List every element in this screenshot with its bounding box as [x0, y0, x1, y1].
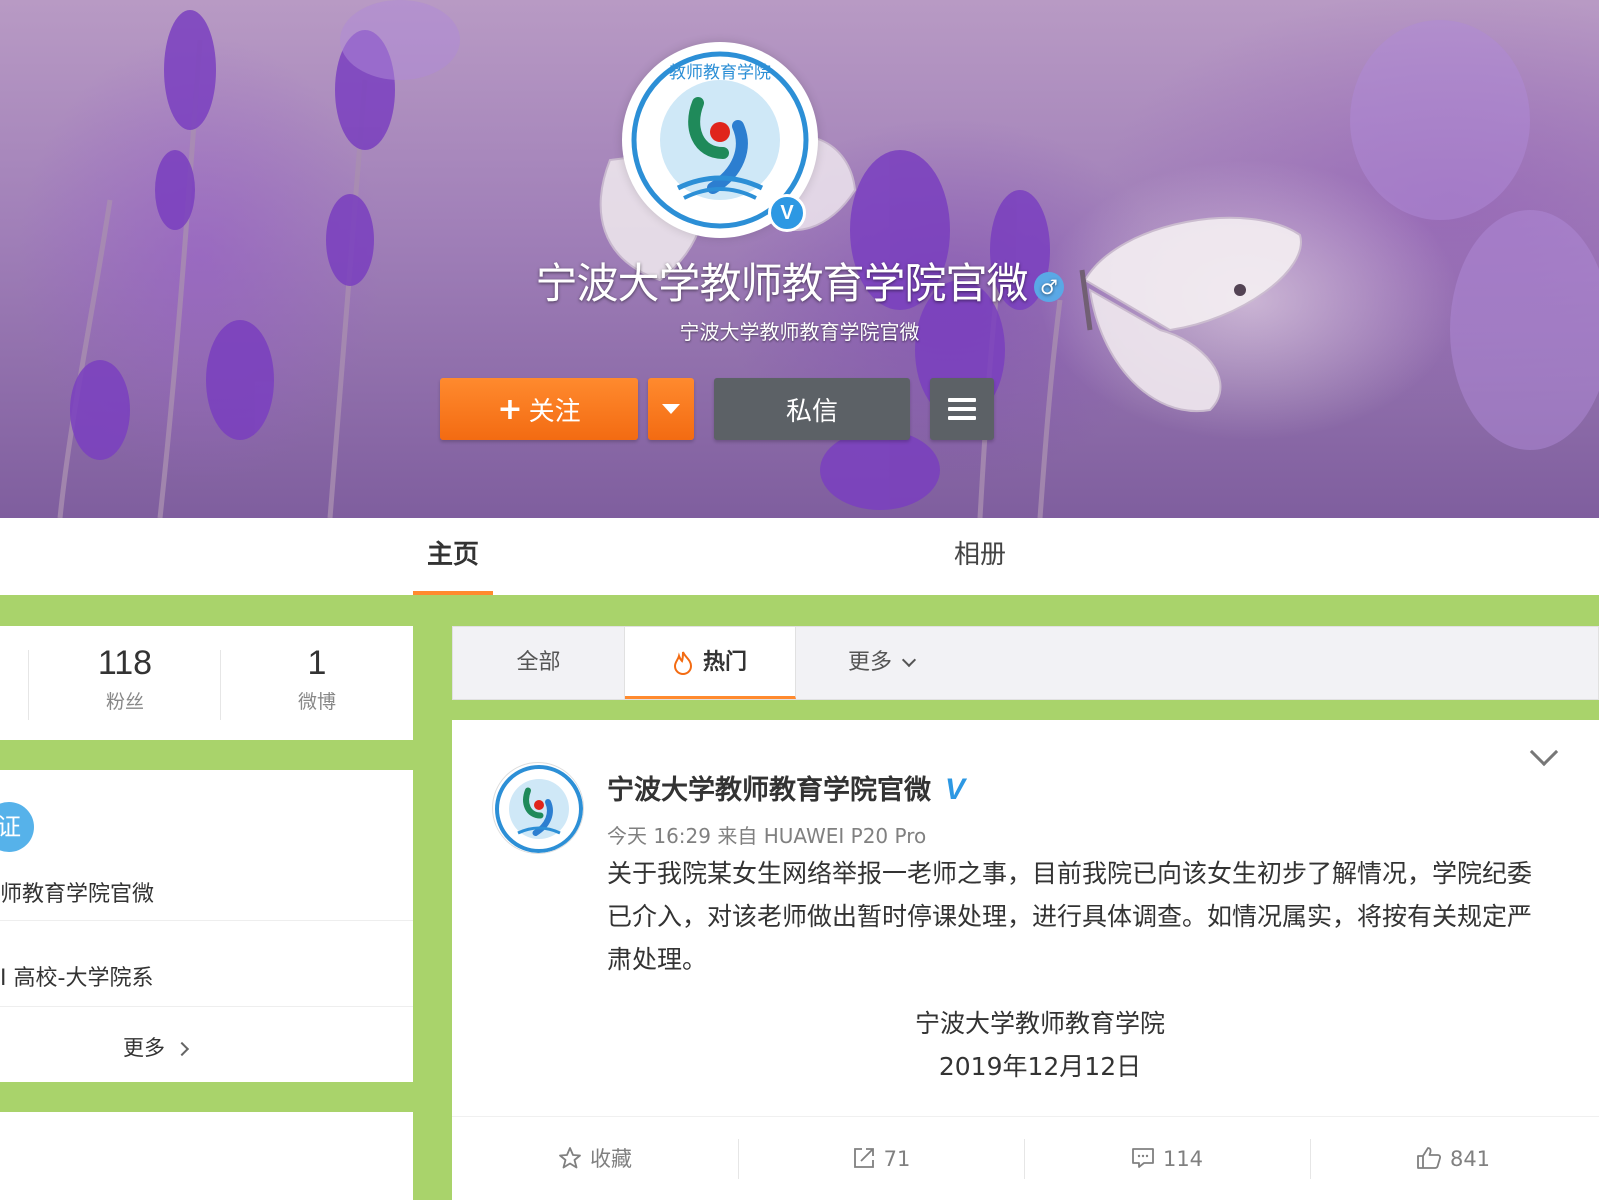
feed-filter-bar: 全部 热门 更多 — [452, 626, 1599, 700]
post-author-name-text: 宁波大学教师教育学院官微 — [607, 775, 931, 806]
post-text: 关于我院某女生网络举报一老师之事，目前我院已向该女生初步了解情况，学院纪委已介入… — [607, 859, 1533, 974]
post-author-name[interactable]: 宁波大学教师教育学院官微 V — [607, 768, 965, 807]
favorite-button[interactable]: 收藏 — [452, 1117, 738, 1200]
info-more-label: 更多 — [123, 1036, 165, 1060]
filter-tab-all[interactable]: 全部 — [453, 627, 625, 699]
filter-tab-hot[interactable]: 热门 — [625, 627, 796, 699]
favorite-label: 收藏 — [590, 1147, 632, 1171]
repost-button[interactable]: 71 — [738, 1117, 1024, 1200]
message-button-label: 私信 — [785, 396, 838, 427]
chevron-down-icon — [901, 652, 917, 668]
verified-badge-icon: V — [768, 194, 806, 232]
college-logo-small — [494, 764, 583, 853]
like-count: 841 — [1449, 1147, 1491, 1171]
weibo-label: 微博 — [297, 691, 336, 713]
category-link[interactable]: 高校-大学院系 — [14, 966, 154, 991]
post-signature-date: 2019年12月12日 — [938, 1052, 1142, 1081]
verification-badge: 证 — [0, 802, 34, 852]
menu-button[interactable] — [930, 378, 994, 440]
fans-count: 118 — [97, 644, 153, 682]
comment-button[interactable]: 114 — [1024, 1117, 1310, 1200]
profile-info-card: 证 师教育学院官微 I 高校-大学院系 更多 — [0, 770, 413, 1082]
stats-card: 118 粉丝 1 微博 — [0, 626, 413, 740]
verification-name: 师教育学院官微 — [0, 882, 155, 907]
like-button[interactable]: 841 — [1310, 1117, 1596, 1200]
profile-tabs: 主页 相册 — [0, 518, 1599, 595]
category-prefix: I — [0, 966, 7, 991]
filter-tab-more[interactable]: 更多 — [796, 627, 966, 699]
profile-banner: 教师教育学院 V 宁波大学教师教育学院官微 ♂ 宁波大学教师教育学院官微 + 关注… — [0, 0, 1599, 518]
repost-count: 71 — [883, 1147, 911, 1171]
weibo-post: 宁波大学教师教育学院官微 V 今天 16:29 来自 HUAWEI P20 Pro… — [452, 720, 1599, 1200]
hamburger-icon — [948, 398, 976, 420]
message-button[interactable]: 私信 — [714, 378, 910, 440]
flame-icon — [673, 651, 692, 675]
info-more-link[interactable]: 更多 — [0, 1032, 310, 1062]
post-signature: 宁波大学教师教育学院 2019年12月12日 — [607, 1002, 1473, 1088]
weibo-count: 1 — [307, 644, 327, 682]
comment-count: 114 — [1162, 1147, 1204, 1171]
stat-divider — [28, 650, 29, 720]
post-author-avatar[interactable] — [492, 762, 584, 854]
plus-icon: + — [497, 391, 523, 427]
profile-description: 宁波大学教师教育学院官微 — [679, 320, 920, 344]
follow-options-button[interactable] — [648, 378, 694, 440]
post-actions: 收藏 71 114 841 — [452, 1116, 1599, 1200]
stat-divider — [220, 650, 221, 720]
category-row: I 高校-大学院系 — [0, 960, 153, 992]
tab-home[interactable]: 主页 — [413, 518, 493, 595]
post-signature-org: 宁波大学教师教育学院 — [914, 1009, 1165, 1038]
follow-button[interactable]: + 关注 — [440, 378, 638, 440]
stat-weibo[interactable]: 1 微博 — [237, 644, 397, 714]
filter-tab-hot-label: 热门 — [702, 650, 747, 675]
divider — [0, 920, 413, 921]
left-bottom-card — [0, 1112, 413, 1200]
verified-v-icon: V — [945, 773, 966, 806]
comment-icon — [1132, 1148, 1154, 1168]
stat-fans[interactable]: 118 粉丝 — [45, 644, 205, 714]
thumbs-up-icon — [1417, 1147, 1441, 1169]
filter-tab-more-label: 更多 — [847, 650, 892, 675]
male-gender-icon: ♂ — [1033, 271, 1064, 302]
post-options-chevron-icon[interactable] — [1529, 737, 1559, 767]
caret-down-icon — [662, 404, 680, 414]
profile-name: 宁波大学教师教育学院官微 ♂ — [0, 250, 1599, 311]
profile-name-text: 宁波大学教师教育学院官微 — [535, 259, 1028, 308]
tab-album[interactable]: 相册 — [940, 518, 1020, 595]
share-icon — [853, 1148, 874, 1168]
star-icon — [559, 1147, 581, 1169]
chevron-right-icon — [174, 1041, 190, 1057]
follow-button-label: 关注 — [528, 396, 581, 427]
divider — [0, 1006, 413, 1007]
post-meta: 今天 16:29 来自 HUAWEI P20 Pro — [607, 824, 927, 848]
svg-text:教师教育学院: 教师教育学院 — [669, 63, 771, 83]
fans-label: 粉丝 — [105, 691, 144, 713]
